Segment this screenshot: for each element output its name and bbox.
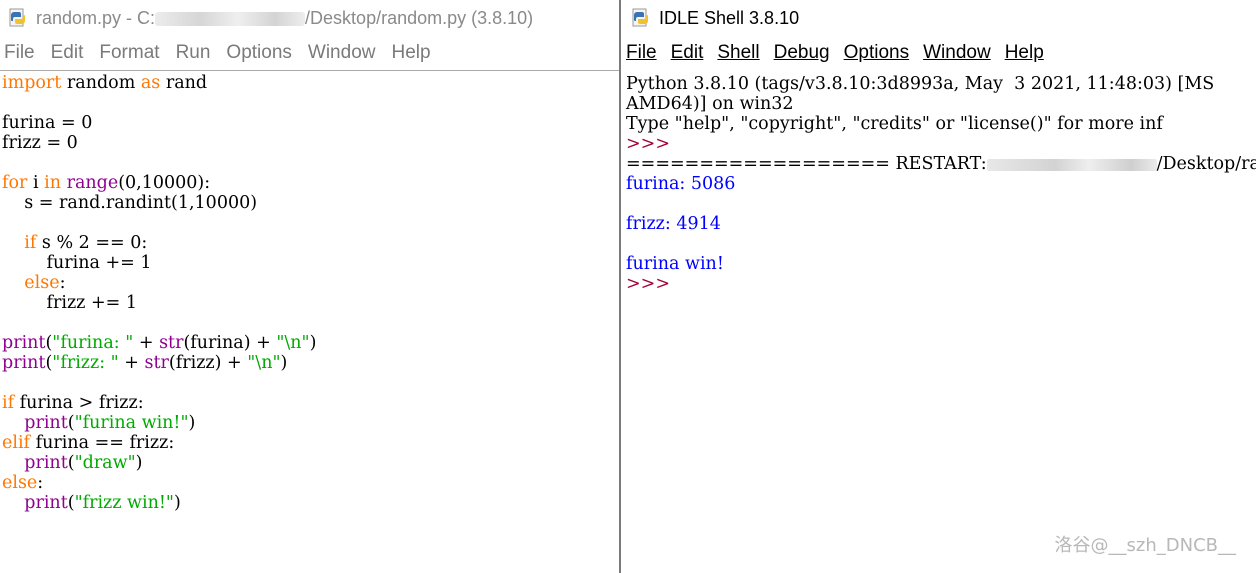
code-editor[interactable]: import random as rand furina = 0 frizz = … — [0, 71, 619, 513]
editor-window: random.py - C:/Desktop/random.py (3.8.10… — [0, 0, 619, 573]
code-line: s = rand.randint(1,10000) — [2, 193, 258, 213]
code-line: import random as rand — [2, 73, 208, 93]
shell-prompt: >>> — [626, 134, 670, 154]
shell-output[interactable]: Python 3.8.10 (tags/v3.8.10:3d8993a, May… — [621, 70, 1256, 294]
banner-line-1: Python 3.8.10 (tags/v3.8.10:3d8993a, May… — [626, 74, 1215, 94]
shell-prompt-active[interactable]: >>> — [626, 274, 1256, 294]
editor-menubar: File Edit Format Run Options Window Help — [0, 36, 619, 71]
shell-menu-shell[interactable]: Shell — [717, 42, 759, 64]
shell-titlebar: IDLE Shell 3.8.10 — [621, 0, 1256, 36]
restart-line: ================== RESTART:/Desktop/rand… — [626, 154, 1256, 174]
code-line: else: — [24, 273, 66, 293]
menu-help[interactable]: Help — [391, 42, 430, 64]
watermark: 洛谷@__szh_DNCB__ — [1054, 535, 1236, 556]
code-line: print("draw") — [24, 453, 143, 473]
code-line: print("furina: " + str(furina) + "\n") — [2, 333, 317, 353]
shell-window: IDLE Shell 3.8.10 File Edit Shell Debug … — [621, 0, 1256, 573]
output-furina: furina: 5086 — [626, 174, 736, 194]
menu-edit[interactable]: Edit — [51, 42, 84, 64]
code-line: print("furina win!") — [24, 413, 196, 433]
python-icon — [632, 8, 648, 27]
output-frizz: frizz: 4914 — [626, 214, 721, 234]
shell-menu-help[interactable]: Help — [1005, 42, 1044, 64]
code-line: for i in range(0,10000): — [2, 173, 211, 193]
menu-format[interactable]: Format — [99, 42, 159, 64]
output-result: furina win! — [626, 254, 724, 274]
menu-window[interactable]: Window — [308, 42, 376, 64]
menu-file[interactable]: File — [4, 42, 35, 64]
code-line: frizz = 0 — [2, 133, 78, 153]
code-line: frizz += 1 — [2, 293, 137, 313]
menu-run[interactable]: Run — [176, 42, 211, 64]
editor-title: random.py - C:/Desktop/random.py (3.8.10… — [36, 7, 534, 28]
menu-options[interactable]: Options — [226, 42, 291, 64]
redacted-path — [986, 158, 1157, 171]
shell-menu-edit[interactable]: Edit — [671, 42, 704, 64]
redacted-path — [155, 11, 306, 26]
code-line: furina += 1 — [2, 253, 152, 273]
banner-line-3: Type "help", "copyright", "credits" or "… — [626, 114, 1163, 134]
code-line: furina = 0 — [2, 113, 93, 133]
banner-line-2: AMD64)] on win32 — [626, 94, 794, 114]
code-line: elif furina == frizz: — [2, 433, 175, 453]
shell-title: IDLE Shell 3.8.10 — [659, 7, 800, 28]
shell-menu-options[interactable]: Options — [844, 42, 909, 64]
shell-menu-file[interactable]: File — [626, 42, 657, 64]
shell-menubar: File Edit Shell Debug Options Window Hel… — [621, 36, 1256, 70]
code-line: print("frizz: " + str(frizz) + "\n") — [2, 353, 288, 373]
python-file-icon — [9, 8, 25, 27]
editor-titlebar: random.py - C:/Desktop/random.py (3.8.10… — [0, 0, 619, 36]
code-line: if furina > frizz: — [2, 393, 144, 413]
shell-menu-debug[interactable]: Debug — [774, 42, 830, 64]
code-line: else: — [2, 473, 44, 493]
shell-menu-window[interactable]: Window — [923, 42, 991, 64]
code-line: if s % 2 == 0: — [24, 233, 148, 253]
code-line: print("frizz win!") — [24, 493, 181, 513]
